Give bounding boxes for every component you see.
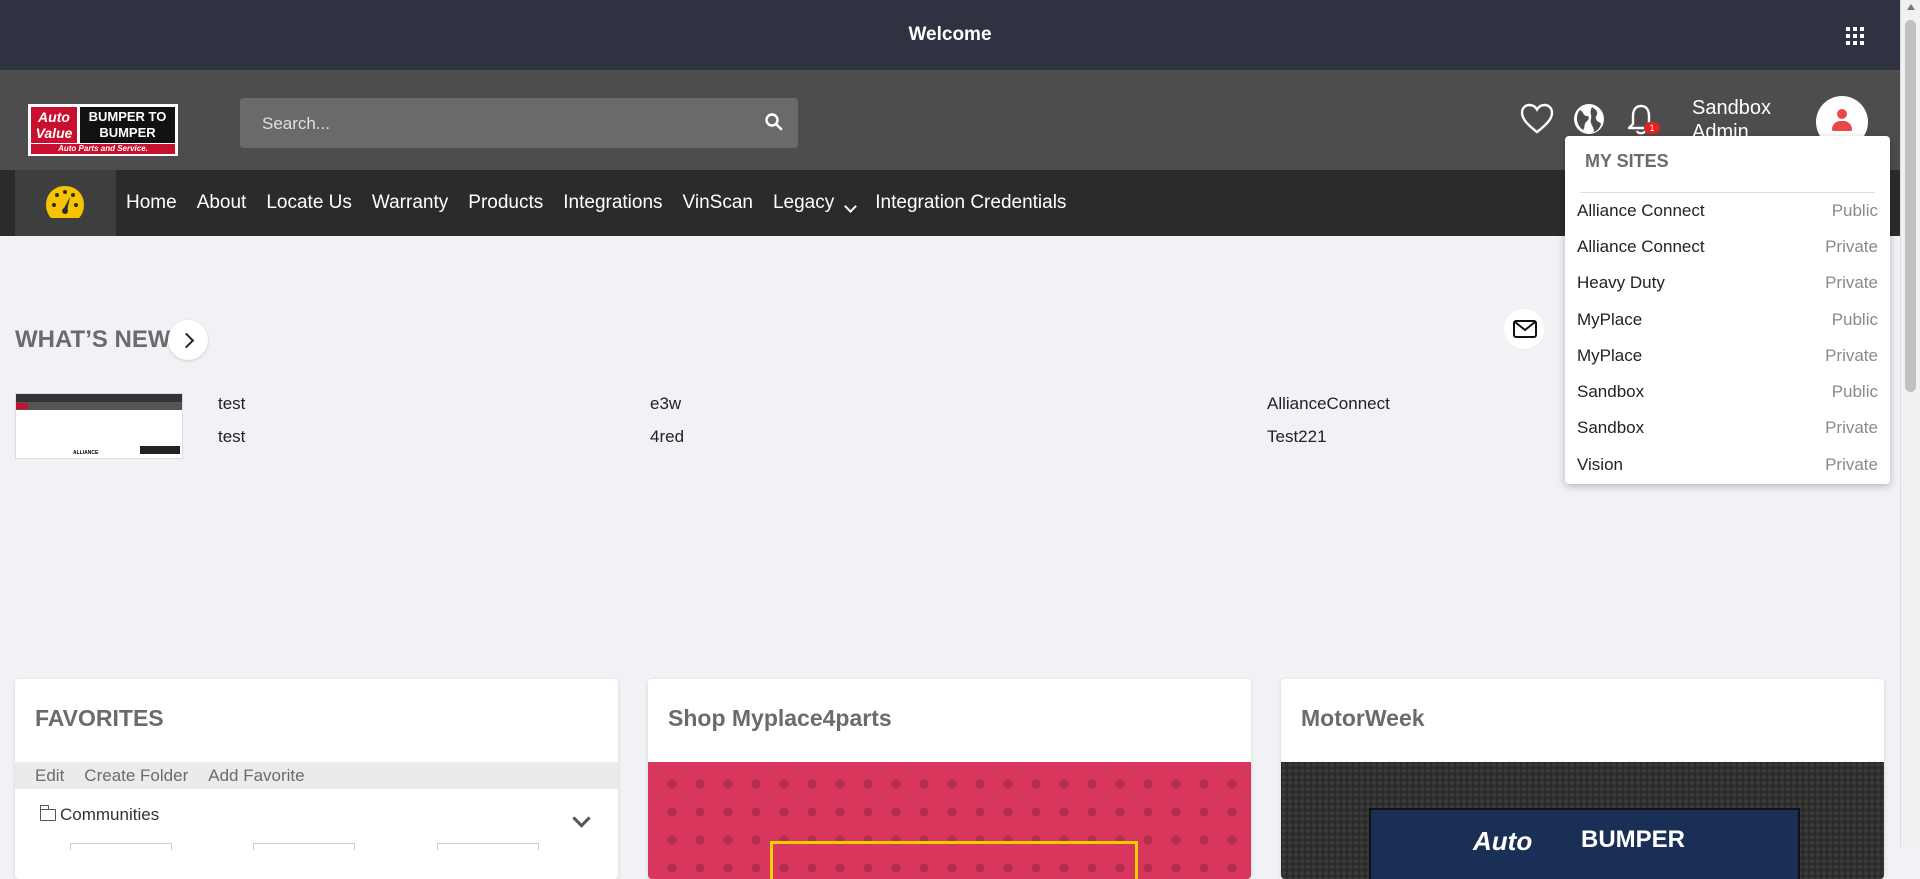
motorweek-card: MotorWeek Auto BUMPER <box>1281 679 1884 879</box>
favorites-toolbar: Edit Create Folder Add Favorite <box>15 762 618 789</box>
notification-badge: 1 <box>1644 122 1660 134</box>
logo-auto-value: Auto Value <box>31 107 77 143</box>
user-icon-body <box>1832 121 1852 131</box>
dashboard-button[interactable] <box>15 170 116 236</box>
top-bar: Welcome <box>0 0 1900 70</box>
motorweek-video[interactable]: Auto BUMPER <box>1281 762 1884 879</box>
favorites-create-folder-link[interactable]: Create Folder <box>84 766 188 786</box>
folder-icon <box>39 805 56 821</box>
my-sites-item[interactable]: Heavy Duty Private <box>1577 268 1878 298</box>
chevron-down-icon <box>844 199 858 213</box>
mail-button[interactable] <box>1504 309 1544 349</box>
user-icon-head <box>1837 109 1847 119</box>
divider <box>1580 192 1875 193</box>
shop-banner-image[interactable] <box>648 762 1251 879</box>
apps-grid-icon[interactable] <box>1846 27 1864 45</box>
globe-icon[interactable] <box>1570 100 1608 138</box>
nav-menu: Home About Locate Us Warranty Products I… <box>116 170 1076 236</box>
page-title: Welcome <box>908 24 992 45</box>
my-sites-item[interactable]: Alliance Connect Private <box>1577 232 1878 262</box>
nav-item-about[interactable]: About <box>187 192 257 214</box>
folder-name: Communities <box>60 805 160 824</box>
search-icon[interactable] <box>764 112 784 132</box>
whats-new-cell: 4red <box>650 427 685 446</box>
favorites-add-favorite-link[interactable]: Add Favorite <box>208 766 304 786</box>
shop-card: Shop Myplace4parts <box>648 679 1251 879</box>
my-sites-item[interactable]: Vision Private <box>1577 450 1878 480</box>
search-box <box>240 98 798 150</box>
brand-logo[interactable]: Auto Value BUMPER TO BUMPER Auto Parts a… <box>28 104 178 156</box>
whats-new-cell: e3w <box>650 394 682 413</box>
chevron-down-icon[interactable] <box>572 809 591 828</box>
nav-item-products[interactable]: Products <box>458 192 553 214</box>
my-sites-title: MY SITES <box>1585 151 1669 171</box>
my-sites-item[interactable]: Sandbox Public <box>1577 377 1878 407</box>
whats-new-cell: AllianceConnect <box>1267 394 1390 413</box>
search-input[interactable] <box>260 98 744 150</box>
my-sites-item[interactable]: Sandbox Private <box>1577 413 1878 443</box>
banner-text-bumper: BUMPER <box>1581 826 1686 853</box>
whats-new-thumbnail[interactable]: ALLIANCE <box>15 393 183 459</box>
favorites-title: FAVORITES <box>35 705 164 731</box>
mail-icon <box>1513 320 1537 338</box>
motorweek-title: MotorWeek <box>1301 705 1425 731</box>
favorites-folder-row[interactable]: Communities <box>39 805 160 825</box>
my-sites-item[interactable]: MyPlace Public <box>1577 305 1878 335</box>
page-scrollbar[interactable] <box>1900 0 1920 847</box>
heart-icon[interactable] <box>1518 100 1556 138</box>
logo-tagline: Auto Parts and Service. <box>31 144 175 154</box>
nav-item-vinscan[interactable]: VinScan <box>673 192 763 214</box>
nav-item-home[interactable]: Home <box>116 192 187 214</box>
nav-item-warranty[interactable]: Warranty <box>362 192 458 214</box>
nav-item-integration-credentials[interactable]: Integration Credentials <box>865 192 1076 214</box>
whats-new-cell[interactable]: test <box>218 394 245 414</box>
whats-new-arrow-button[interactable] <box>168 320 208 360</box>
scrollbar-thumb[interactable] <box>1905 20 1916 392</box>
favorites-card: FAVORITES Edit Create Folder Add Favorit… <box>15 679 618 879</box>
favorites-edit-link[interactable]: Edit <box>35 766 64 786</box>
nav-item-legacy[interactable]: Legacy <box>763 192 865 214</box>
nav-item-integrations[interactable]: Integrations <box>553 192 672 214</box>
my-sites-item[interactable]: Alliance Connect Public <box>1577 196 1878 226</box>
shop-title: Shop Myplace4parts <box>668 705 892 731</box>
speedometer-icon <box>46 186 84 218</box>
nav-item-locate-us[interactable]: Locate Us <box>256 192 362 214</box>
my-sites-item[interactable]: MyPlace Private <box>1577 341 1878 371</box>
scroll-up-arrow-icon[interactable] <box>1907 4 1915 10</box>
whats-new-title: WHAT’S NEW <box>15 326 171 353</box>
logo-bumper-to-bumper: BUMPER TO BUMPER <box>80 107 175 143</box>
my-sites-dropdown: MY SITES Alliance Connect Public Alliance… <box>1565 136 1890 484</box>
whats-new-cell[interactable]: test <box>218 427 245 447</box>
notifications-button[interactable]: 1 <box>1622 100 1660 138</box>
whats-new-cell: Test221 <box>1267 427 1327 446</box>
banner-text-auto: Auto <box>1473 826 1533 856</box>
